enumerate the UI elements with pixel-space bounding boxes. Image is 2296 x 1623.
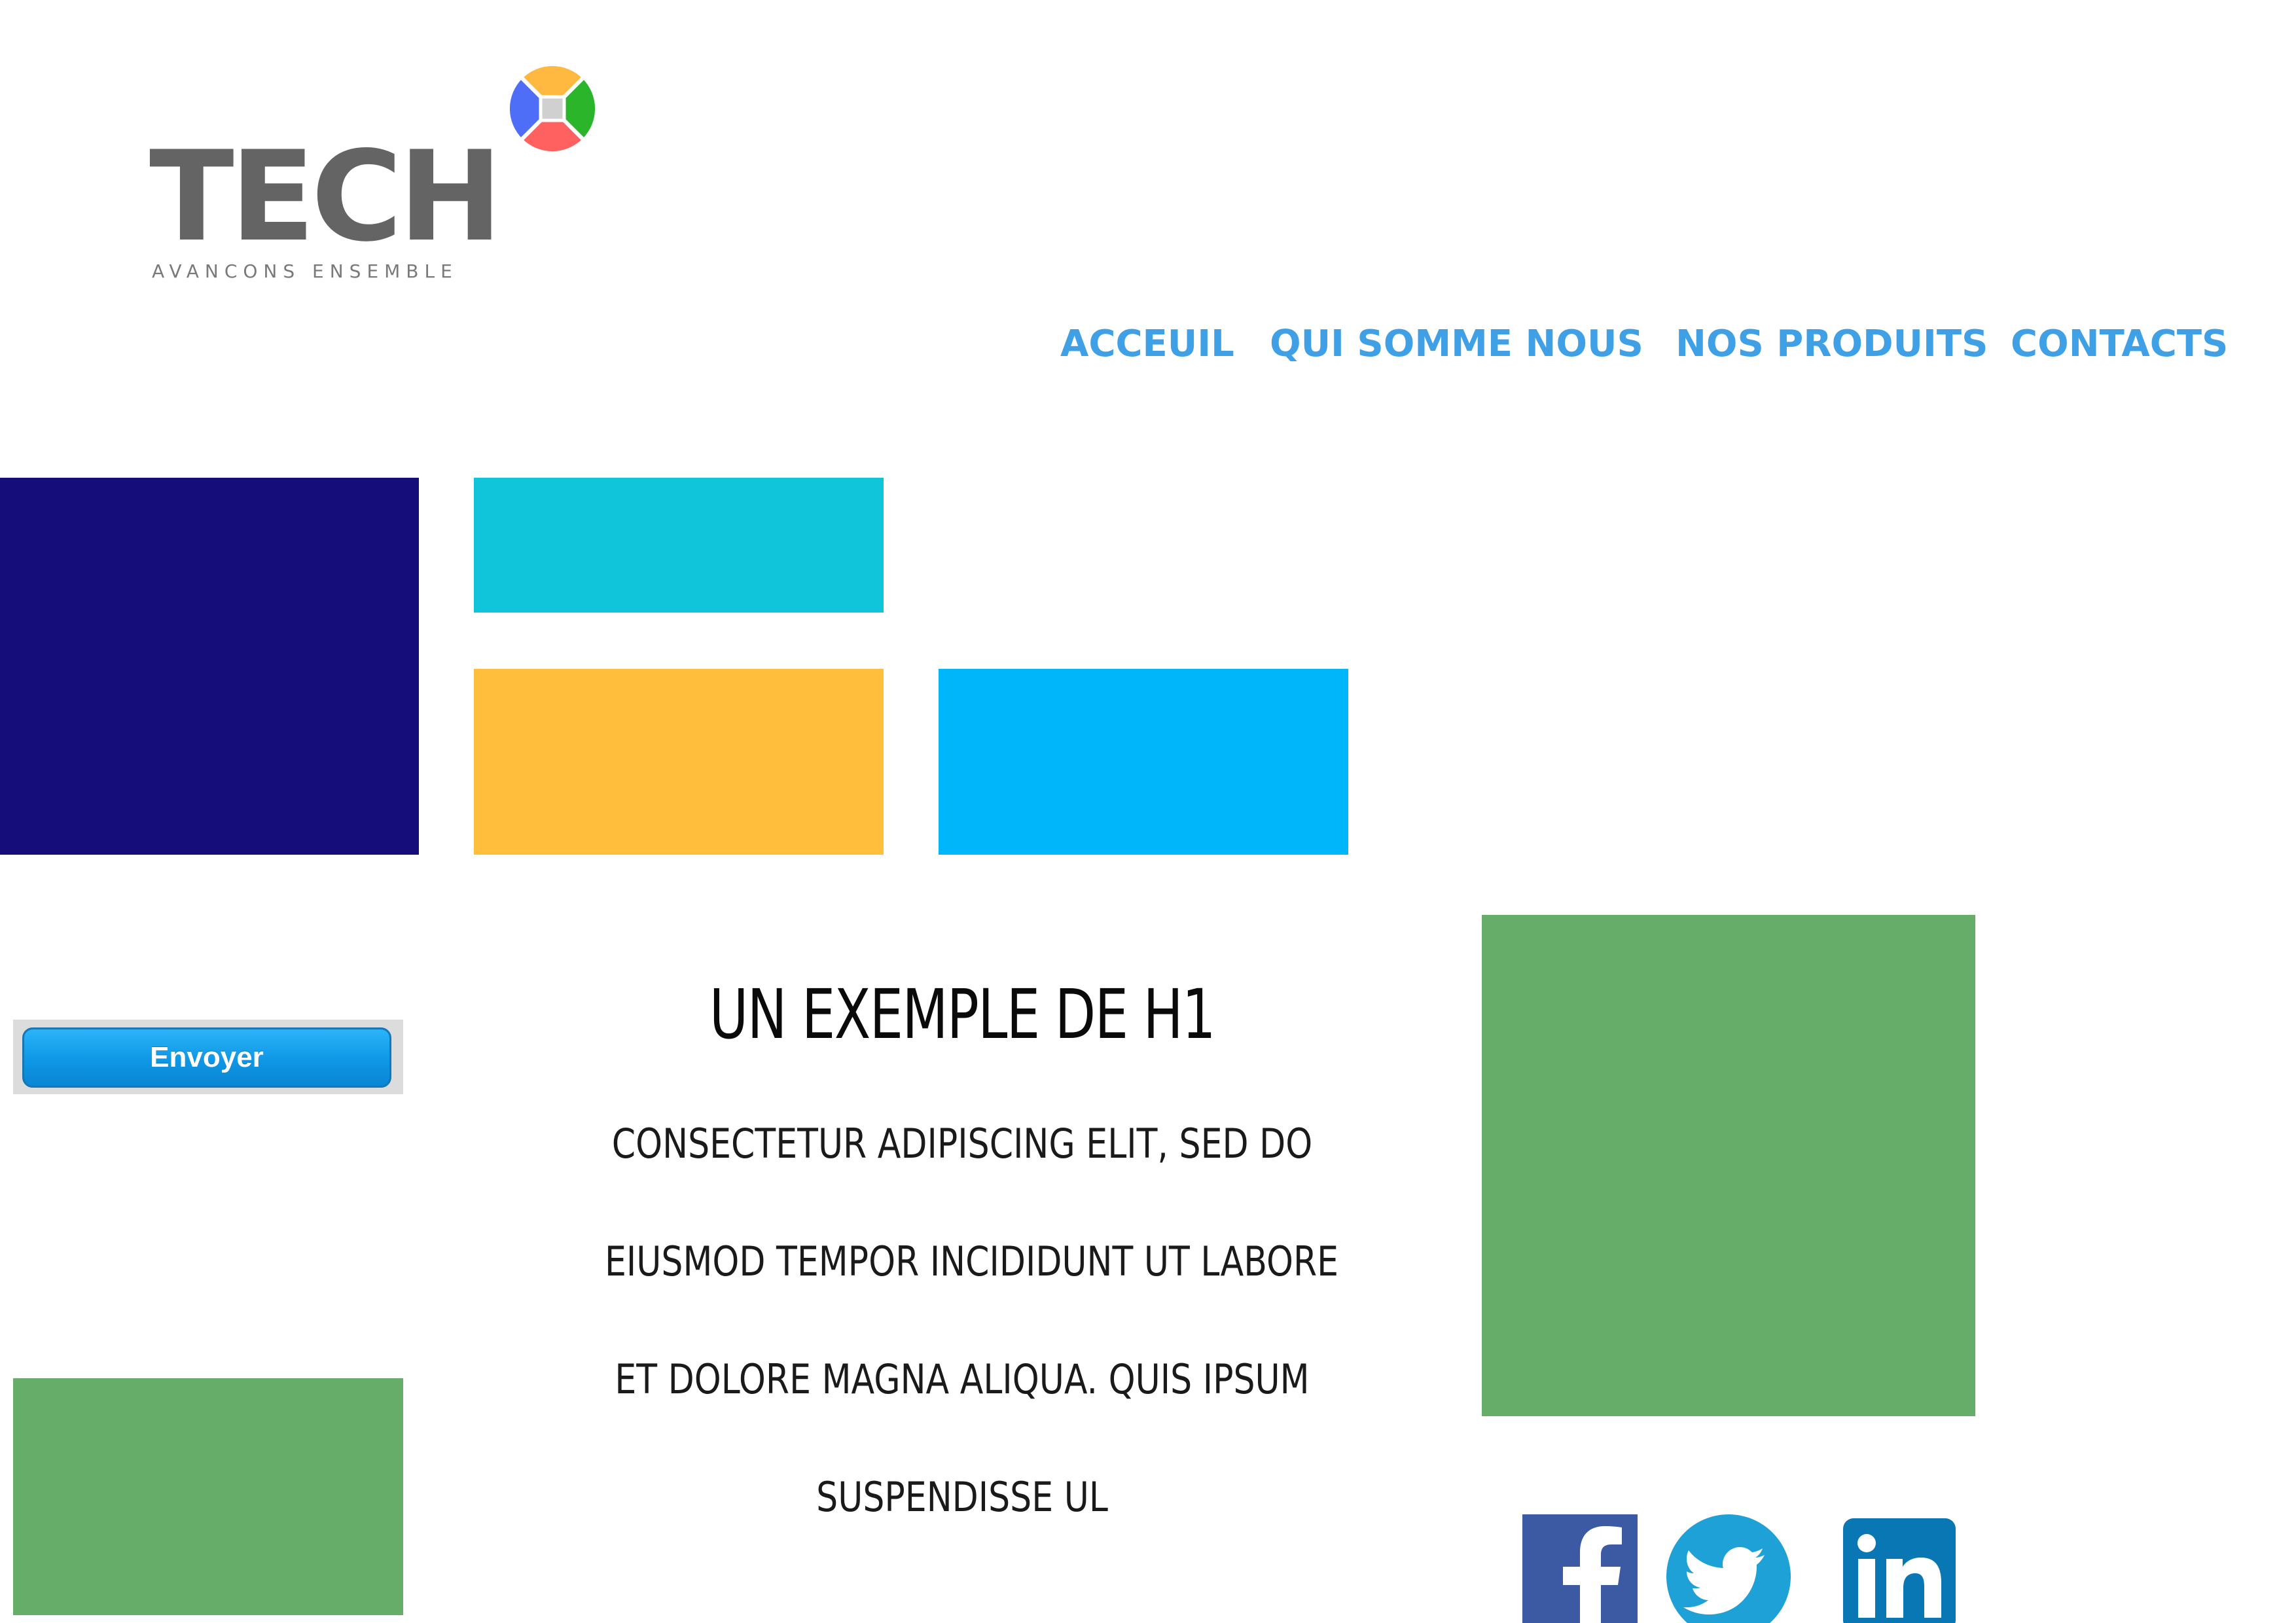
paragraph-line: ET DOLORE MAGNA ALIQUA. QUIS IPSUM — [615, 1355, 1310, 1403]
logo-wordmark: TECH — [149, 124, 503, 269]
page-heading: UN EXEMPLE DE H1 — [709, 974, 1216, 1054]
tile-green-small — [13, 1378, 403, 1615]
tile-cyan — [474, 478, 884, 613]
site-logo[interactable]: TECH AVANCONS ENSEMBLE — [149, 56, 607, 292]
tile-yellow — [474, 669, 884, 855]
nav-item-accueil[interactable]: ACCEUIL — [1060, 318, 1234, 370]
logo-tagline: AVANCONS ENSEMBLE — [152, 260, 458, 282]
tile-navy — [0, 478, 419, 855]
nav-item-qui-somme-nous[interactable]: QUI SOMME NOUS — [1270, 318, 1643, 370]
paragraph-line: SUSPENDISSE UL — [816, 1473, 1108, 1521]
twitter-icon[interactable] — [1666, 1514, 1791, 1623]
paragraph-line: CONSECTETUR ADIPISCING ELIT, SED DO — [611, 1120, 1313, 1168]
tile-blue — [939, 669, 1348, 855]
paragraph-line: EIUSMOD TEMPOR INCIDIDUNT UT LABORE — [605, 1238, 1339, 1285]
send-button-frame: Envoyer — [13, 1020, 403, 1094]
nav-item-nos-produits[interactable]: NOS PRODUITS — [1676, 318, 1988, 370]
quad-circle-logo-icon — [509, 65, 596, 152]
send-button[interactable]: Envoyer — [22, 1027, 391, 1088]
nav-item-contacts[interactable]: CONTACTS — [2011, 318, 2228, 370]
facebook-icon[interactable] — [1522, 1514, 1638, 1623]
tile-green-large — [1482, 915, 1975, 1416]
linkedin-icon[interactable] — [1843, 1518, 1956, 1623]
main-nav: ACCEUIL QUI SOMME NOUS NOS PRODUITS CONT… — [1060, 318, 2278, 370]
